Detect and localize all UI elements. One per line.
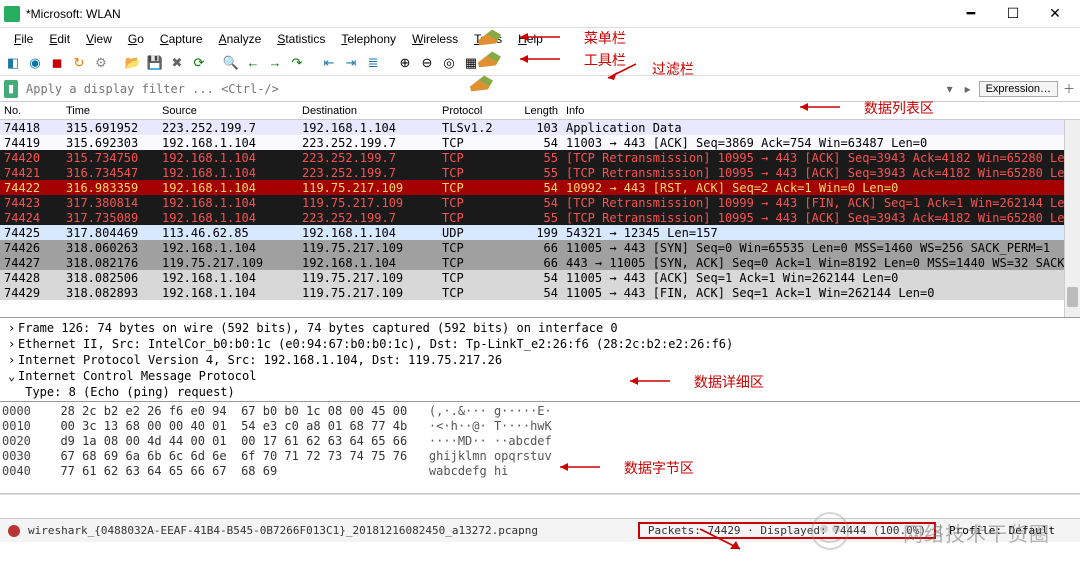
byte-row[interactable]: 0040 77 61 62 63 64 65 66 67 68 69 wabcd… xyxy=(2,464,1078,479)
close-button[interactable]: ✕ xyxy=(1034,1,1076,27)
detail-row[interactable]: ›Internet Protocol Version 4, Src: 192.1… xyxy=(6,352,1074,368)
table-row[interactable]: 74420315.734750192.168.1.104223.252.199.… xyxy=(0,150,1080,165)
table-row[interactable]: 74423317.380814192.168.1.104119.75.217.1… xyxy=(0,195,1080,210)
expand-icon[interactable]: ⌄ xyxy=(8,368,18,384)
display-filter-input[interactable] xyxy=(22,80,939,98)
expand-icon[interactable] xyxy=(8,384,18,400)
menu-view[interactable]: View xyxy=(78,30,120,48)
detail-row[interactable]: ›Ethernet II, Src: IntelCor_b0:b0:1c (e0… xyxy=(6,336,1074,352)
filter-bar: ▮ ▾ ▸ Expression… ＋ xyxy=(0,76,1080,102)
byte-row[interactable]: 0030 67 68 69 6a 6b 6c 6d 6e 6f 70 71 72… xyxy=(2,449,1078,464)
start-capture-icon[interactable]: ◉ xyxy=(26,54,44,72)
menu-bar: FileEditViewGoCaptureAnalyzeStatisticsTe… xyxy=(0,28,1080,50)
zoom-out-icon[interactable]: ⊖ xyxy=(418,54,436,72)
col-header-source[interactable]: Source xyxy=(158,105,298,117)
detail-row[interactable]: Type: 8 (Echo (ping) request) xyxy=(6,384,1074,400)
first-packet-icon[interactable]: ⇤ xyxy=(320,54,338,72)
toolbar: ◧ ◉ ◼ ↻ ⚙ 📂 💾 ✖ ⟳ 🔍 ← → ↷ ⇤ ⇥ ≣ ⊕ ⊖ ◎ ▦ xyxy=(0,50,1080,76)
expand-icon[interactable]: › xyxy=(8,352,18,368)
packet-bytes-pane[interactable]: 0000 28 2c b2 e2 26 f6 e0 94 67 b0 b0 1c… xyxy=(0,402,1080,494)
maximize-button[interactable]: ☐ xyxy=(992,1,1034,27)
packet-list-pane: No. Time Source Destination Protocol Len… xyxy=(0,102,1080,318)
menu-wireless[interactable]: Wireless xyxy=(404,30,466,48)
status-stats: Packets: 74429 · Displayed: 74444 (100.0… xyxy=(638,522,936,539)
scrollbar-thumb[interactable] xyxy=(1067,287,1078,307)
restart-capture-icon[interactable]: ↻ xyxy=(70,54,88,72)
table-row[interactable]: 74419315.692303192.168.1.104223.252.199.… xyxy=(0,135,1080,150)
filter-history-icon[interactable]: ▸ xyxy=(961,82,975,96)
app-logo-icon xyxy=(4,6,20,22)
menu-help[interactable]: Help xyxy=(510,30,551,48)
packet-list-header: No. Time Source Destination Protocol Len… xyxy=(0,102,1080,120)
byte-row[interactable]: 0010 00 3c 13 68 00 00 40 01 54 e3 c0 a8… xyxy=(2,419,1078,434)
close-file-icon[interactable]: ✖ xyxy=(168,54,186,72)
menu-capture[interactable]: Capture xyxy=(152,30,211,48)
detail-row[interactable]: ⌄Internet Control Message Protocol xyxy=(6,368,1074,384)
col-header-no[interactable]: No. xyxy=(0,105,62,117)
last-packet-icon[interactable]: ⇥ xyxy=(342,54,360,72)
interfaces-icon[interactable]: ◧ xyxy=(4,54,22,72)
status-profile[interactable]: Profile: Default xyxy=(940,524,1080,537)
menu-analyze[interactable]: Analyze xyxy=(211,30,270,48)
window-buttons: ━ ☐ ✕ xyxy=(950,1,1076,27)
status-file: wireshark_{0488032A-EEAF-41B4-B545-0B726… xyxy=(28,524,638,537)
title-bar: *Microsoft: WLAN ━ ☐ ✕ xyxy=(0,0,1080,28)
table-row[interactable]: 74427318.082176119.75.217.109192.168.1.1… xyxy=(0,255,1080,270)
options-icon[interactable]: ⚙ xyxy=(92,54,110,72)
packet-list-body[interactable]: 74418315.691952223.252.199.7192.168.1.10… xyxy=(0,120,1080,300)
stop-capture-icon[interactable]: ◼ xyxy=(48,54,66,72)
vertical-scrollbar[interactable] xyxy=(1064,120,1080,317)
zoom-reset-icon[interactable]: ◎ xyxy=(440,54,458,72)
bookmark-icon[interactable]: ▮ xyxy=(4,80,18,98)
resize-columns-icon[interactable]: ▦ xyxy=(462,54,480,72)
table-row[interactable]: 74429318.082893192.168.1.104119.75.217.1… xyxy=(0,285,1080,300)
table-row[interactable]: 74424317.735089192.168.1.104223.252.199.… xyxy=(0,210,1080,225)
col-header-info[interactable]: Info xyxy=(562,105,1080,117)
menu-tools[interactable]: Tools xyxy=(466,30,510,48)
expand-icon[interactable]: › xyxy=(8,336,18,352)
table-row[interactable]: 74422316.983359192.168.1.104119.75.217.1… xyxy=(0,180,1080,195)
filter-dropdown-icon[interactable]: ▾ xyxy=(943,82,957,96)
col-header-time[interactable]: Time xyxy=(62,105,158,117)
byte-row[interactable]: 0020 d9 1a 08 00 4d 44 00 01 00 17 61 62… xyxy=(2,434,1078,449)
col-header-dest[interactable]: Destination xyxy=(298,105,438,117)
expand-icon[interactable]: › xyxy=(8,320,18,336)
byte-row[interactable]: 0000 28 2c b2 e2 26 f6 e0 94 67 b0 b0 1c… xyxy=(2,404,1078,419)
expert-info-icon[interactable] xyxy=(8,525,20,537)
table-row[interactable]: 74426318.060263192.168.1.104119.75.217.1… xyxy=(0,240,1080,255)
minimize-button[interactable]: ━ xyxy=(950,1,992,27)
status-bar: wireshark_{0488032A-EEAF-41B4-B545-0B726… xyxy=(0,518,1080,542)
table-row[interactable]: 74428318.082506192.168.1.104119.75.217.1… xyxy=(0,270,1080,285)
go-forward-icon[interactable]: → xyxy=(266,54,284,72)
menu-edit[interactable]: Edit xyxy=(41,30,78,48)
find-icon[interactable]: 🔍 xyxy=(222,54,240,72)
autoscroll-icon[interactable]: ≣ xyxy=(364,54,382,72)
add-button-icon[interactable]: ＋ xyxy=(1062,80,1076,97)
menu-go[interactable]: Go xyxy=(120,30,152,48)
go-to-icon[interactable]: ↷ xyxy=(288,54,306,72)
table-row[interactable]: 74421316.734547192.168.1.104223.252.199.… xyxy=(0,165,1080,180)
window-title: *Microsoft: WLAN xyxy=(26,7,950,21)
col-header-length[interactable]: Length xyxy=(510,105,562,117)
save-file-icon[interactable]: 💾 xyxy=(146,54,164,72)
reload-icon[interactable]: ⟳ xyxy=(190,54,208,72)
table-row[interactable]: 74425317.804469113.46.62.85192.168.1.104… xyxy=(0,225,1080,240)
zoom-in-icon[interactable]: ⊕ xyxy=(396,54,414,72)
spacer-bar xyxy=(0,494,1080,518)
menu-telephony[interactable]: Telephony xyxy=(333,30,404,48)
menu-file[interactable]: File xyxy=(6,30,41,48)
detail-row[interactable]: ›Frame 126: 74 bytes on wire (592 bits),… xyxy=(6,320,1074,336)
table-row[interactable]: 74418315.691952223.252.199.7192.168.1.10… xyxy=(0,120,1080,135)
open-file-icon[interactable]: 📂 xyxy=(124,54,142,72)
col-header-proto[interactable]: Protocol xyxy=(438,105,510,117)
packet-details-pane[interactable]: ›Frame 126: 74 bytes on wire (592 bits),… xyxy=(0,318,1080,402)
menu-statistics[interactable]: Statistics xyxy=(269,30,333,48)
go-back-icon[interactable]: ← xyxy=(244,54,262,72)
expression-button[interactable]: Expression… xyxy=(979,81,1058,97)
